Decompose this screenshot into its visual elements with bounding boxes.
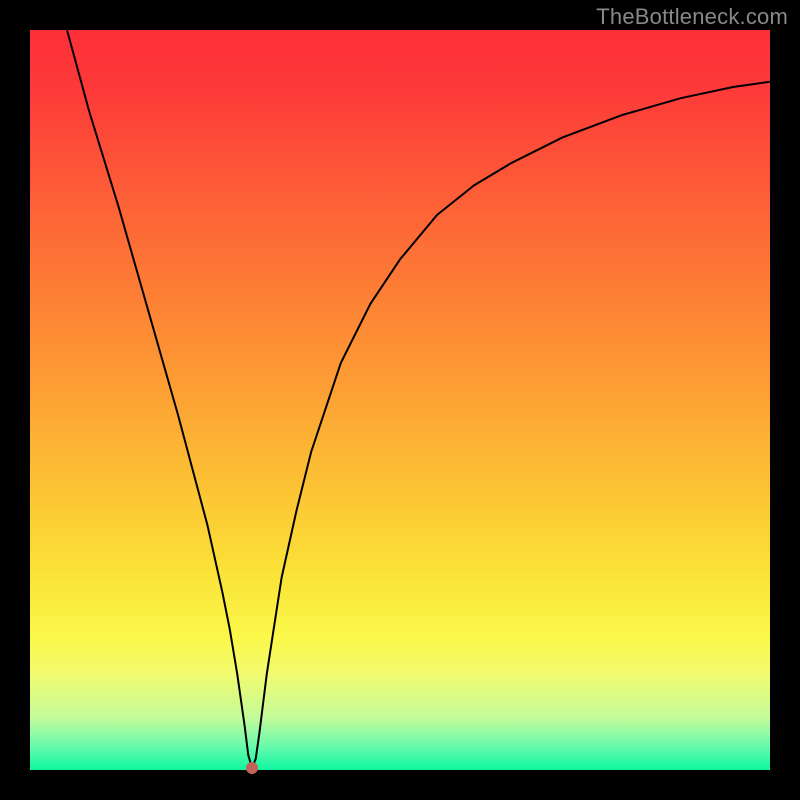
- watermark-label: TheBottleneck.com: [596, 4, 788, 30]
- curve-svg: [30, 30, 770, 770]
- plot-area: [30, 30, 770, 770]
- chart-frame: TheBottleneck.com: [0, 0, 800, 800]
- bottleneck-curve: [67, 30, 770, 768]
- minimum-marker: [246, 762, 258, 774]
